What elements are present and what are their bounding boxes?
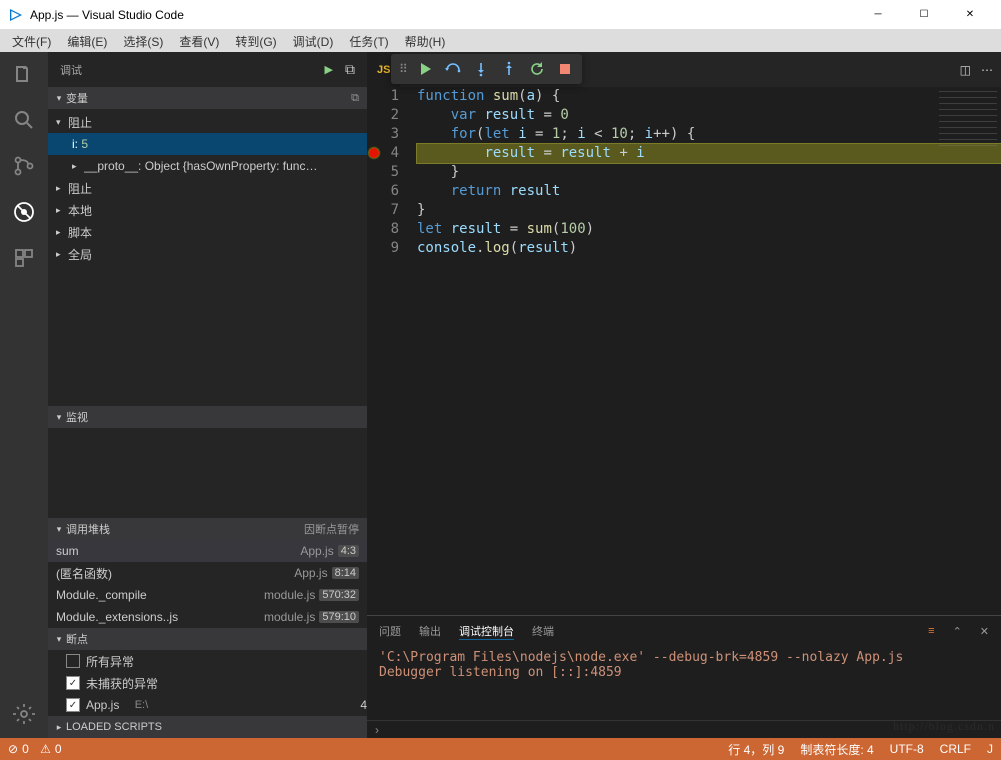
stop-button[interactable] — [552, 56, 578, 82]
gutter[interactable]: 123456789 — [367, 87, 417, 615]
callstack-header[interactable]: ▾调用堆栈 因断点暂停 — [48, 518, 367, 540]
stack-frame[interactable]: (匿名函数)App.js8:14 — [48, 562, 367, 584]
step-into-button[interactable] — [468, 56, 494, 82]
variable-i[interactable]: i: 5 — [48, 133, 367, 155]
status-bar: ⊘0 ⚠0 行 4，列 9 制表符长度: 4 UTF-8 CRLF J — [0, 738, 1001, 760]
more-actions-icon[interactable]: ⋯ — [981, 63, 993, 77]
split-editor-icon[interactable]: ◫ — [960, 63, 971, 77]
cursor-position[interactable]: 行 4，列 9 — [720, 741, 792, 758]
console-input-chevron[interactable]: › — [375, 723, 379, 737]
step-out-button[interactable] — [496, 56, 522, 82]
collapse-all-icon[interactable]: ⧉ — [351, 92, 359, 105]
sidebar-title: 调试 — [60, 62, 325, 78]
menu-view[interactable]: 查看(V) — [171, 31, 227, 52]
menu-tasks[interactable]: 任务(T) — [341, 31, 396, 52]
minimize-button[interactable]: ─ — [855, 0, 901, 30]
start-debug-icon[interactable]: ▶ — [325, 63, 333, 76]
restart-button[interactable] — [524, 56, 550, 82]
menu-debug[interactable]: 调试(D) — [285, 31, 342, 52]
scope-script[interactable]: ▸脚本 — [48, 221, 367, 243]
source-control-icon[interactable] — [10, 152, 38, 180]
debug-toolbar[interactable]: ⠿ — [391, 54, 582, 84]
warning-icon: ⚠ — [40, 742, 51, 756]
tab-debug-console[interactable]: 调试控制台 — [459, 623, 514, 640]
window-title: App.js — Visual Studio Code — [30, 8, 855, 22]
scope-block2[interactable]: ▸阻止 — [48, 177, 367, 199]
scope-global[interactable]: ▸全局 — [48, 243, 367, 265]
collapse-panel-icon[interactable]: ⌃ — [953, 625, 962, 638]
language-mode[interactable]: J — [979, 741, 1001, 758]
close-panel-icon[interactable]: ✕ — [980, 625, 989, 638]
debug-sidebar: 调试 ▶ ⧉ ▾变量 ⧉ ▾阻止 i: 5 ▸ __proto__: Objec… — [48, 52, 367, 738]
drag-handle-icon[interactable]: ⠿ — [395, 62, 410, 76]
continue-button[interactable] — [412, 56, 438, 82]
debug-icon[interactable] — [10, 198, 38, 226]
bp-uncaught[interactable]: ✓未捕获的异常 — [48, 672, 367, 694]
editor-tabs: JS ⠿ ◫ ⋯ — [367, 52, 1001, 87]
watch-header[interactable]: ▾监视 — [48, 406, 367, 428]
breakpoint-glyph[interactable] — [369, 148, 379, 158]
loaded-scripts-header[interactable]: ▸LOADED SCRIPTS — [48, 716, 367, 738]
menu-edit[interactable]: 编辑(E) — [59, 31, 115, 52]
error-icon: ⊘ — [8, 742, 18, 756]
clear-console-icon[interactable]: ≡ — [928, 625, 934, 637]
sidebar-header: 调试 ▶ ⧉ — [48, 52, 367, 87]
scope-block[interactable]: ▾阻止 — [48, 111, 367, 133]
maximize-button[interactable]: ☐ — [901, 0, 947, 30]
title-bar: App.js — Visual Studio Code ─ ☐ ✕ — [0, 0, 1001, 30]
panel-tabs: 问题 输出 调试控制台 终端 ≡ ⌃ ✕ — [367, 616, 1001, 646]
tab-size[interactable]: 制表符长度: 4 — [792, 741, 881, 758]
pause-reason: 因断点暂停 — [304, 521, 359, 537]
activity-bar — [0, 52, 48, 738]
scope-local[interactable]: ▸本地 — [48, 199, 367, 221]
stack-frame[interactable]: sumApp.js4:3 — [48, 540, 367, 562]
code-area[interactable]: function sum(a) { var result = 0 for(let… — [417, 87, 1001, 615]
settings-icon[interactable] — [10, 700, 38, 728]
vscode-logo — [8, 7, 24, 23]
eol[interactable]: CRLF — [932, 741, 979, 758]
menu-selection[interactable]: 选择(S) — [115, 31, 171, 52]
tab-output[interactable]: 输出 — [419, 623, 441, 639]
debug-console-output[interactable]: 'C:\Program Files\nodejs\node.exe' --deb… — [367, 646, 1001, 720]
tab-terminal[interactable]: 终端 — [532, 623, 554, 639]
menu-file[interactable]: 文件(F) — [4, 31, 59, 52]
bp-all-exceptions[interactable]: 所有异常 — [48, 650, 367, 672]
menu-bar: 文件(F) 编辑(E) 选择(S) 查看(V) 转到(G) 调试(D) 任务(T… — [0, 30, 1001, 52]
search-icon[interactable] — [10, 106, 38, 134]
js-file-icon: JS — [377, 64, 390, 76]
variable-proto[interactable]: ▸ __proto__: Object {hasOwnProperty: fun… — [48, 155, 367, 177]
stack-frame[interactable]: Module._compilemodule.js570:32 — [48, 584, 367, 606]
close-button[interactable]: ✕ — [947, 0, 993, 30]
panel: 问题 输出 调试控制台 终端 ≡ ⌃ ✕ 'C:\Program Files\n… — [367, 615, 1001, 720]
editor-area: JS ⠿ ◫ ⋯ 123456789 function sum(a) { — [367, 52, 1001, 738]
menu-help[interactable]: 帮助(H) — [397, 31, 454, 52]
debug-config-icon[interactable]: ⧉ — [345, 61, 355, 78]
stack-frame[interactable]: Module._extensions..jsmodule.js579:10 — [48, 606, 367, 628]
explorer-icon[interactable] — [10, 60, 38, 88]
menu-goto[interactable]: 转到(G) — [227, 31, 284, 52]
encoding[interactable]: UTF-8 — [882, 741, 932, 758]
breakpoints-header[interactable]: ▾断点 — [48, 628, 367, 650]
errors-cell[interactable]: ⊘0 ⚠0 — [0, 742, 70, 756]
bp-appjs[interactable]: ✓App.js E:\4 — [48, 694, 367, 716]
variables-header[interactable]: ▾变量 ⧉ — [48, 87, 367, 109]
tab-problems[interactable]: 问题 — [379, 623, 401, 639]
editor-body[interactable]: 123456789 function sum(a) { var result =… — [367, 87, 1001, 615]
step-over-button[interactable] — [440, 56, 466, 82]
extensions-icon[interactable] — [10, 244, 38, 272]
